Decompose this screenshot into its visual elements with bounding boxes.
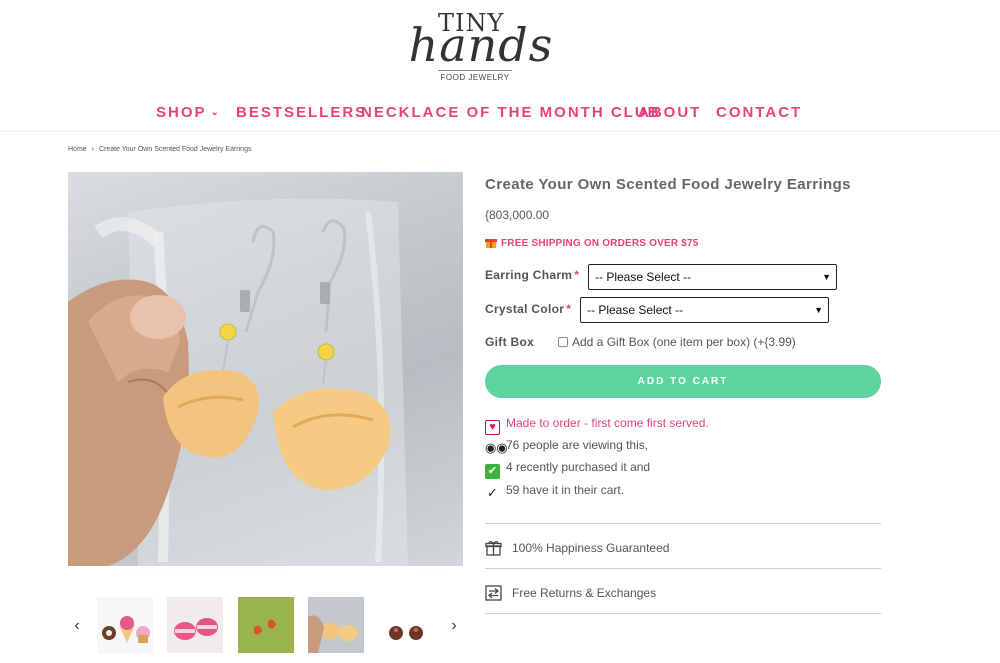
in-cart-count: ✓ 59 have it in their cart. <box>485 483 624 500</box>
crystal-color-label: Crystal Color * <box>485 302 571 316</box>
viewing-count: ◉◉76 people are viewing this, <box>485 438 648 455</box>
purchased-text: 4 recently purchased it and <box>506 460 651 474</box>
chevron-left-icon[interactable]: ‹ <box>70 617 84 635</box>
nav-contact[interactable]: CONTACT <box>716 104 802 121</box>
nav-shop[interactable]: SHOP ⌄ <box>156 104 221 121</box>
brand-logo[interactable]: TINY hands FOOD JEWELRY <box>0 0 1000 95</box>
chevron-right-icon[interactable]: › <box>447 617 461 635</box>
nav-bestsellers[interactable]: BESTSELLERS <box>236 104 367 121</box>
divider-3 <box>485 613 881 614</box>
thumbnail-2[interactable] <box>167 597 223 653</box>
made-to-order-notice: ♥ Made to order - first come first served… <box>485 416 709 435</box>
chevron-down-icon: ⌄ <box>210 107 221 118</box>
breadcrumb-home[interactable]: Home <box>68 146 87 153</box>
earring-charm-select[interactable]: -- Please Select -- ▼ <box>588 264 837 290</box>
gift-icon <box>485 239 497 248</box>
eyes-icon: ◉◉ <box>485 440 508 455</box>
made-to-order-text: Made to order - first come first served. <box>506 416 709 430</box>
crystal-color-select-value: -- Please Select -- <box>587 303 684 317</box>
returns-text: Free Returns & Exchanges <box>512 586 657 600</box>
check-box-icon: ✔ <box>485 464 500 479</box>
thumbnail-4[interactable] <box>308 597 364 653</box>
nav-divider <box>0 131 1000 132</box>
crystal-color-label-text: Crystal Color <box>485 302 565 316</box>
nav-shop-label: SHOP <box>156 104 207 121</box>
viewing-text: 76 people are viewing this, <box>506 438 649 452</box>
thumbnail-5[interactable] <box>378 597 434 653</box>
thumbnail-1[interactable] <box>97 597 153 653</box>
free-shipping-banner: FREE SHIPPING ON ORDERS OVER $75 <box>485 236 699 249</box>
logo-subtitle: FOOD JEWELRY <box>440 73 510 82</box>
required-mark: * <box>574 268 580 282</box>
in-cart-text: 59 have it in their cart. <box>506 483 625 497</box>
breadcrumb-separator: › <box>91 146 94 153</box>
happiness-text: 100% Happiness Guaranteed <box>512 541 670 555</box>
logo-rule <box>438 70 512 71</box>
purchased-count: ✔ 4 recently purchased it and <box>485 460 650 479</box>
free-returns: Free Returns & Exchanges <box>485 585 656 601</box>
product-main-image[interactable] <box>68 172 463 566</box>
breadcrumb: Home › Create Your Own Scented Food Jewe… <box>68 146 254 153</box>
logo-hands-text: hands <box>408 18 554 72</box>
exchange-icon <box>485 585 502 601</box>
thumbnail-3[interactable] <box>238 597 294 653</box>
required-mark: * <box>566 302 572 316</box>
happiness-guarantee: 100% Happiness Guaranteed <box>485 540 669 556</box>
gift-box-label: Gift Box <box>485 335 535 349</box>
product-title: Create Your Own Scented Food Jewelry Ear… <box>485 176 851 193</box>
divider-2 <box>485 568 881 569</box>
gift-box-checkbox[interactable] <box>558 337 568 347</box>
earring-charm-select-value: -- Please Select -- <box>595 270 692 284</box>
check-icon: ✓ <box>487 485 498 500</box>
nav-necklace-club[interactable]: NECKLACE OF THE MONTH CLUB <box>361 104 661 121</box>
divider-1 <box>485 523 881 524</box>
product-price: {803,000.00 <box>485 208 550 222</box>
crystal-color-select[interactable]: -- Please Select -- ▼ <box>580 297 829 323</box>
chevron-down-icon: ▼ <box>822 272 831 282</box>
add-to-cart-button[interactable]: ADD TO CART <box>485 365 881 398</box>
free-shipping-text: FREE SHIPPING ON ORDERS OVER $75 <box>501 238 699 249</box>
earring-charm-label-text: Earring Charm <box>485 268 573 282</box>
earring-charm-label: Earring Charm * <box>485 268 579 282</box>
gift-box-option-text[interactable]: Add a Gift Box (one item per box) (+{3.9… <box>572 335 796 349</box>
breadcrumb-current: Create Your Own Scented Food Jewelry Ear… <box>98 146 252 153</box>
heart-icon: ♥ <box>485 420 500 435</box>
gift-outline-icon <box>485 541 502 556</box>
chevron-down-icon: ▼ <box>814 305 823 315</box>
nav-about[interactable]: ABOUT <box>638 104 701 121</box>
